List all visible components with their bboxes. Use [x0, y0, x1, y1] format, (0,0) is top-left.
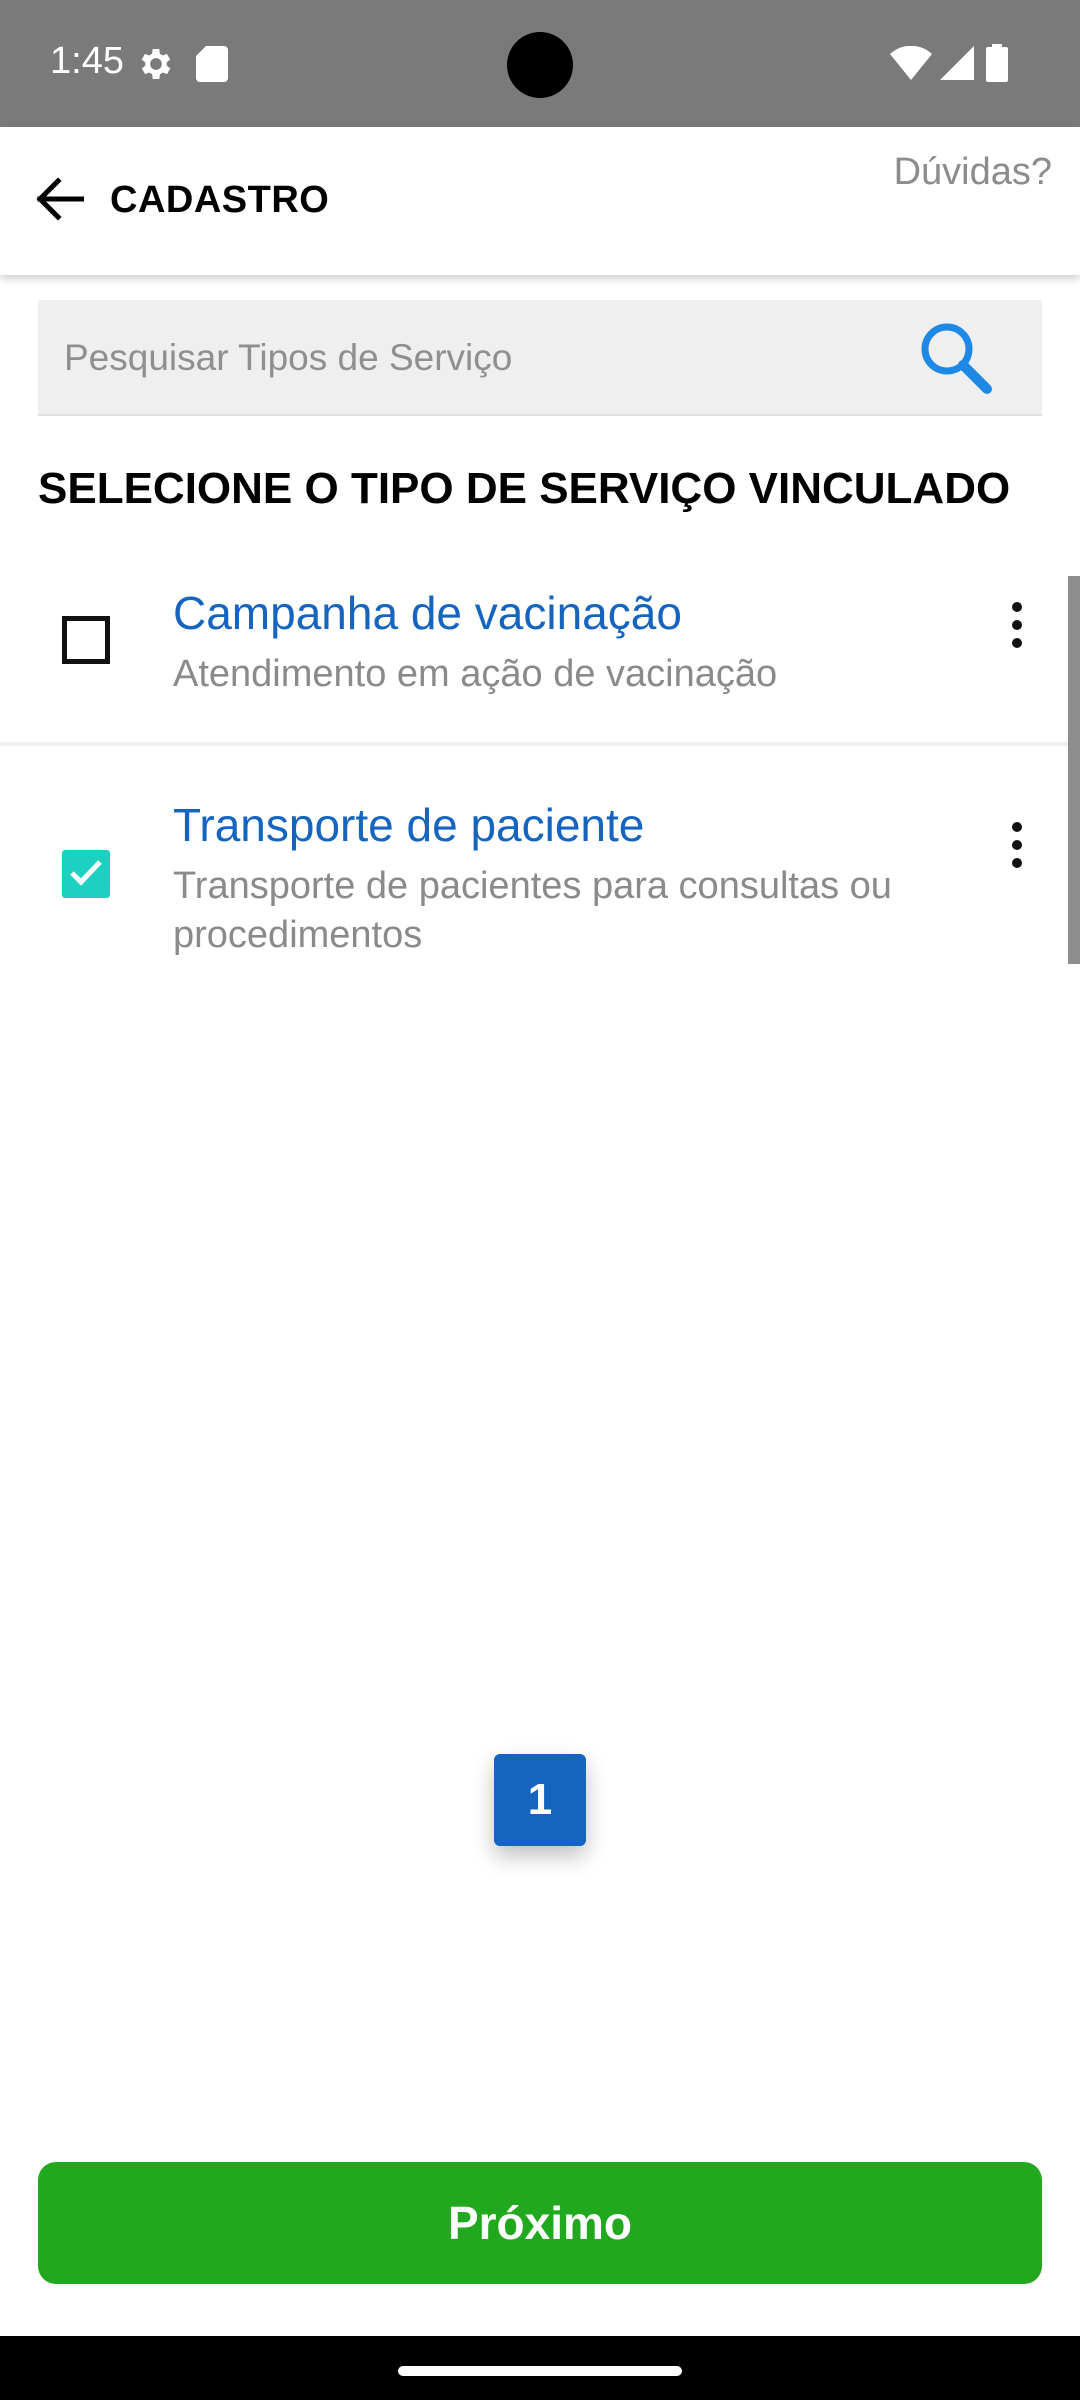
service-checkbox-campanha[interactable]	[62, 616, 110, 664]
more-options-button[interactable]	[992, 590, 1042, 660]
service-item-transporte[interactable]: Transporte de paciente Transporte de pac…	[0, 790, 1080, 990]
settings-gear-icon	[136, 44, 176, 84]
more-options-button[interactable]	[992, 810, 1042, 880]
service-description: Atendimento em ação de vacinação	[173, 653, 778, 695]
search-button[interactable]	[906, 314, 1004, 404]
more-vertical-icon	[1012, 822, 1022, 832]
service-title: Transporte de paciente	[173, 799, 645, 851]
system-nav-bar	[0, 2336, 1080, 2400]
checkmark-icon	[66, 854, 106, 895]
more-vertical-icon	[1012, 602, 1022, 612]
section-heading: SELECIONE O TIPO DE SERVIÇO VINCULADO	[38, 464, 1011, 513]
status-time: 1:45	[50, 40, 124, 82]
status-bar: 1:45	[0, 0, 1080, 127]
help-link[interactable]: Dúvidas?	[894, 151, 1052, 194]
sd-card-icon	[196, 46, 228, 82]
service-description: Transporte de pacientes para consultas o…	[173, 865, 892, 956]
magnifier-icon	[915, 317, 995, 402]
next-button[interactable]: Próximo	[38, 2162, 1042, 2284]
service-title: Campanha de vacinação	[173, 587, 682, 639]
search-box	[38, 300, 1042, 416]
camera-cutout	[507, 32, 573, 98]
arrow-left-icon	[36, 176, 85, 226]
pagination-current-page[interactable]: 1	[494, 1754, 586, 1846]
page-title: CADASTRO	[110, 179, 330, 221]
screen: 1:45 CADASTRO Dúvidas? Pesquisar Tipos d…	[0, 0, 1080, 2400]
cell-signal-icon	[940, 46, 974, 80]
wifi-icon	[890, 45, 932, 80]
app-bar: CADASTRO Dúvidas?	[0, 127, 1080, 275]
search-input[interactable]	[64, 300, 904, 416]
back-button[interactable]	[30, 173, 90, 229]
service-item-campanha[interactable]: Campanha de vacinação Atendimento em açã…	[0, 570, 1080, 746]
home-indicator[interactable]	[398, 2366, 682, 2376]
battery-icon	[986, 44, 1008, 82]
scrollbar[interactable]	[1068, 576, 1080, 964]
service-checkbox-transporte[interactable]	[62, 850, 110, 898]
